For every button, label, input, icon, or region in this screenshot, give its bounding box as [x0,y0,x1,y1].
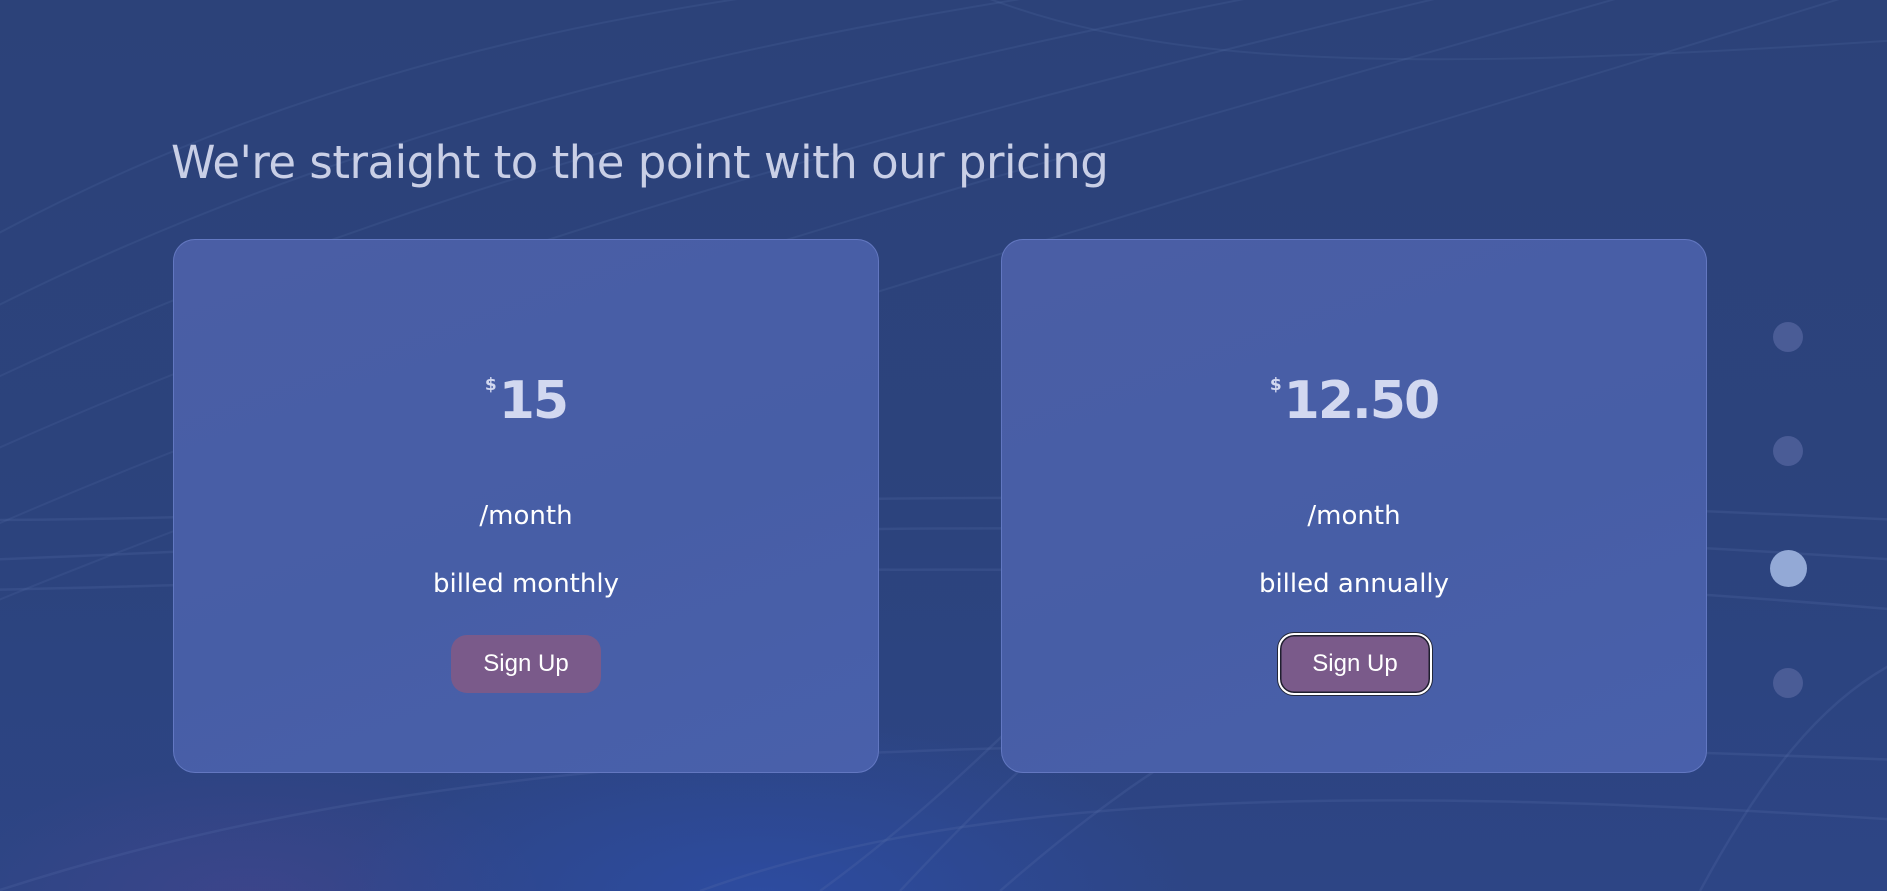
pricing-card-monthly: $15 /month billed monthly Sign Up [173,239,879,773]
pricing-card-annual: $12.50 /month billed annually Sign Up [1001,239,1707,773]
sign-up-button[interactable]: Sign Up [451,635,601,693]
page-title: We're straight to the point with our pri… [171,136,1109,189]
billing-period: /month [1307,501,1401,531]
billing-frequency: billed monthly [433,569,619,599]
price: $15 [174,375,878,427]
billing-frequency: billed annually [1258,569,1450,599]
pagination-dot-1[interactable] [1773,322,1803,352]
currency-symbol: $ [1269,375,1282,395]
price-amount: 12.50 [1283,371,1440,431]
currency-symbol: $ [484,375,497,395]
price-amount: 15 [498,371,569,431]
billing-period: /month [479,501,573,531]
pagination-dot-2[interactable] [1773,436,1803,466]
price: $12.50 [1002,375,1706,427]
pagination-dot-3[interactable] [1770,550,1807,587]
section-pagination [1768,322,1808,702]
pagination-dot-4[interactable] [1773,668,1803,698]
sign-up-button[interactable]: Sign Up [1278,633,1432,695]
